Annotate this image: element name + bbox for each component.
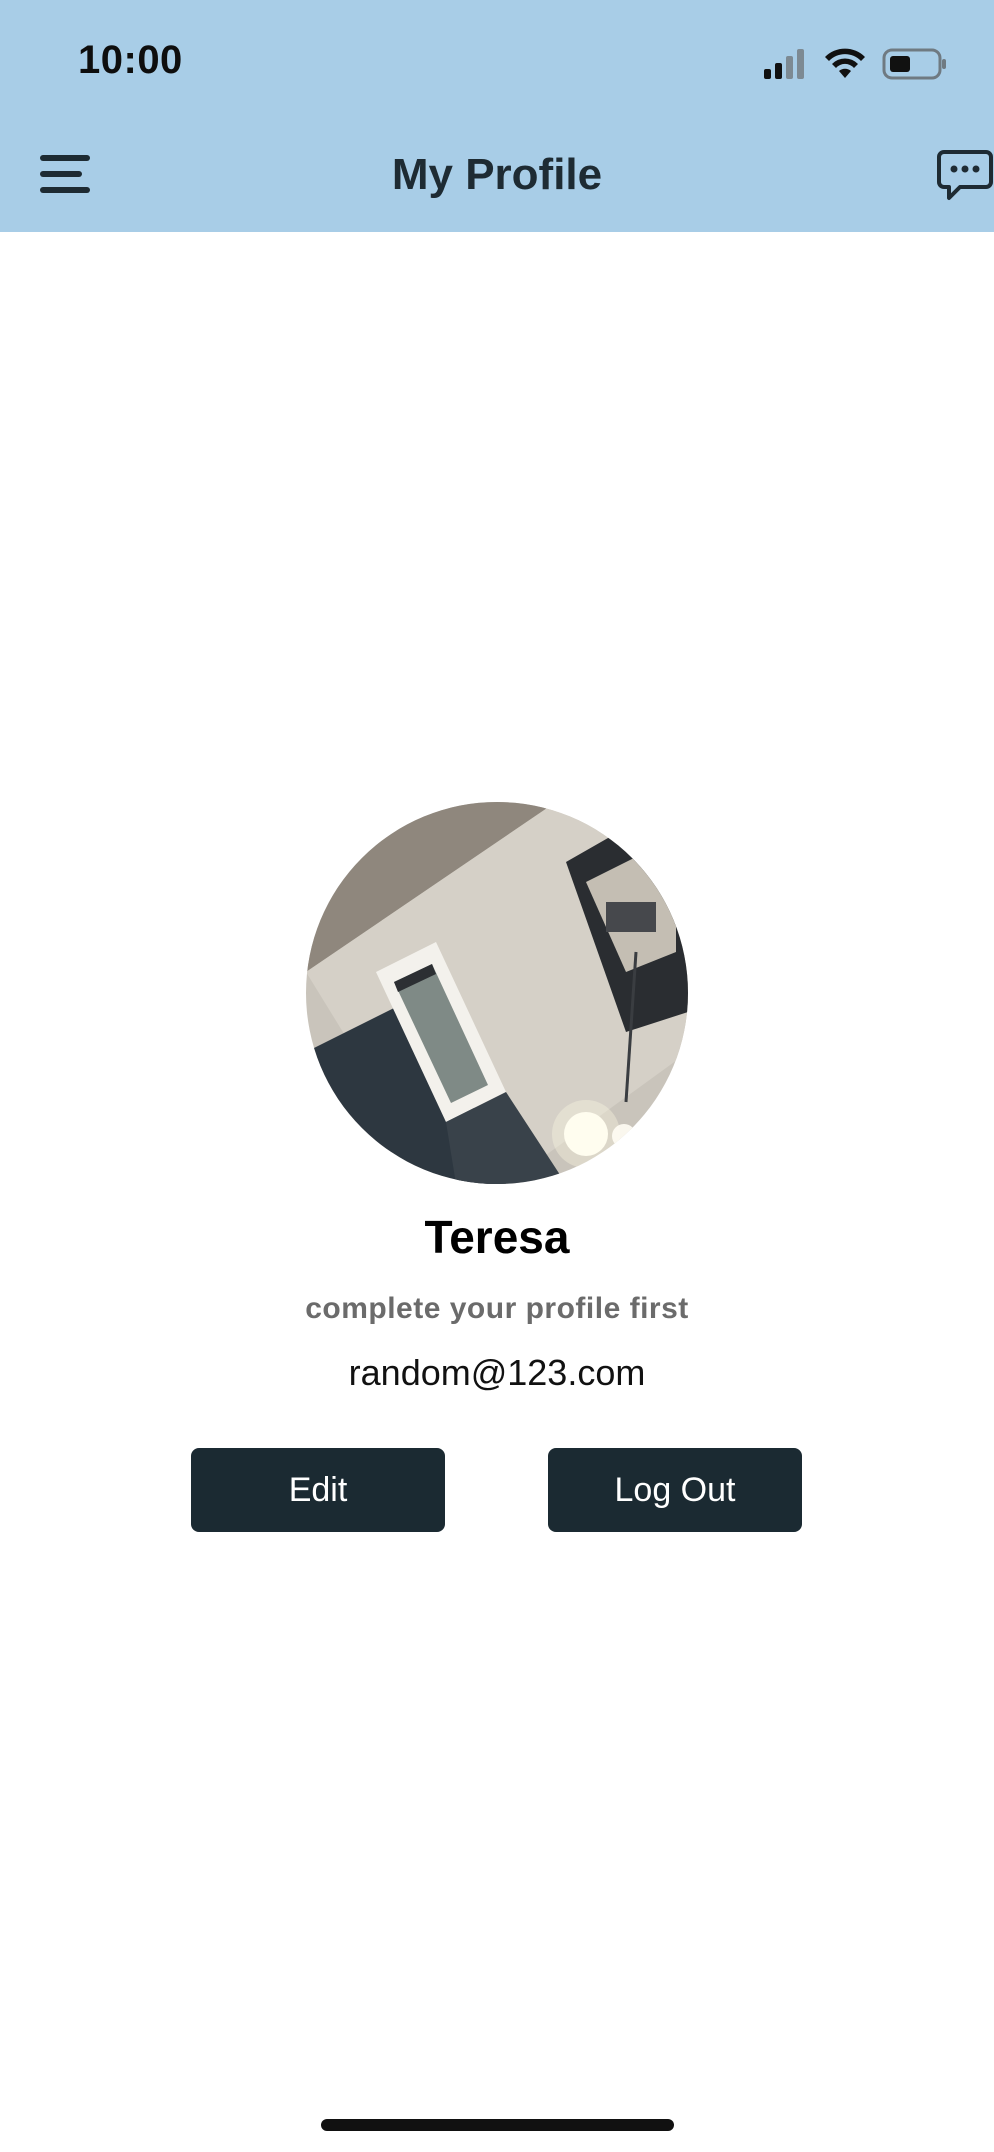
home-indicator[interactable] (321, 2119, 674, 2131)
logout-button[interactable]: Log Out (548, 1448, 802, 1532)
avatar-photo (306, 802, 688, 1184)
battery-icon (882, 48, 946, 80)
chat-button[interactable] (936, 148, 994, 204)
avatar[interactable] (306, 802, 688, 1184)
status-time: 10:00 (78, 38, 183, 82)
wifi-icon (825, 48, 865, 78)
app-header: 10:00 My Profile (0, 0, 994, 232)
status-icons (764, 44, 948, 84)
edit-button[interactable]: Edit (191, 1448, 445, 1532)
profile-screen: 10:00 My Profile Teresa complete your pr… (0, 0, 994, 2152)
signal-icon (764, 49, 804, 79)
profile-email: random@123.com (348, 1352, 646, 1393)
chat-icon (937, 150, 993, 200)
profile-name: Teresa (424, 1211, 570, 1263)
profile-hint: complete your profile first (305, 1292, 689, 1325)
page-title: My Profile (391, 150, 603, 199)
